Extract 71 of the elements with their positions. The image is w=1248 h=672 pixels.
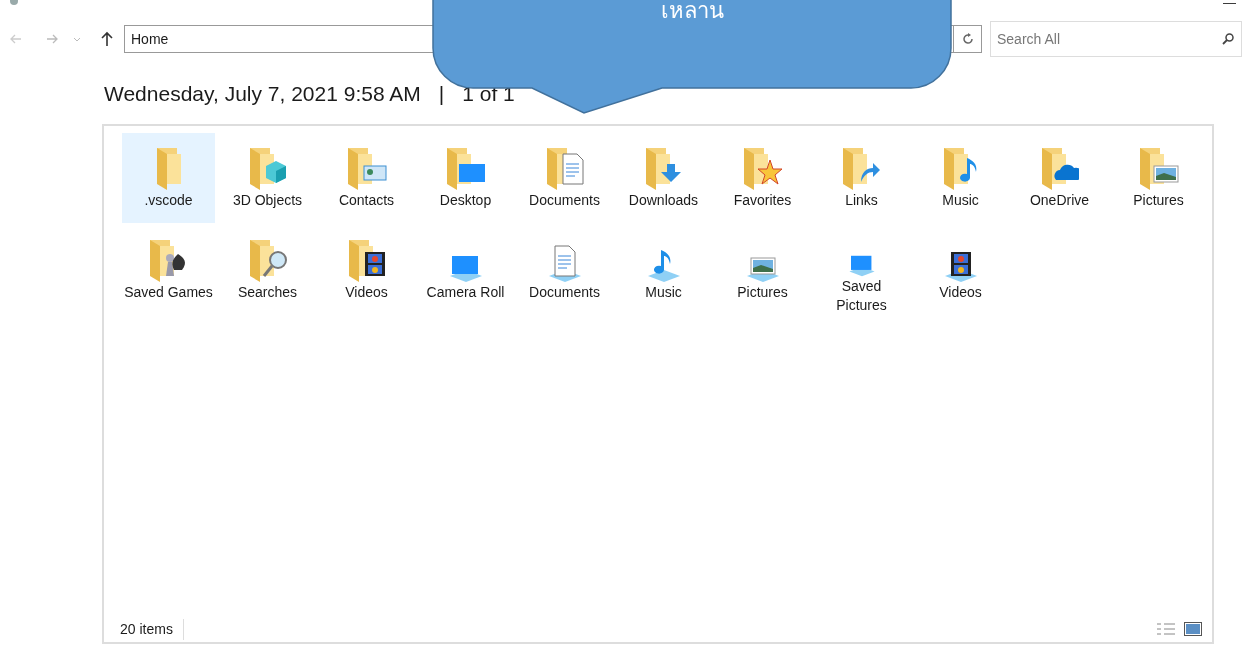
search-input[interactable]: Search All <box>997 28 1197 50</box>
library-icon <box>646 249 681 283</box>
item-label: Videos <box>345 283 388 302</box>
details-view-icon[interactable] <box>1156 622 1176 636</box>
item-label: Videos <box>939 283 982 302</box>
item-label: Links <box>845 191 878 210</box>
folder-item[interactable]: Saved Games <box>122 225 215 315</box>
folder-item[interactable]: Music <box>617 225 710 315</box>
item-count: 20 items <box>120 618 184 640</box>
item-label: Documents <box>529 191 600 210</box>
item-label: 3D Objects <box>232 191 303 210</box>
item-label: Searches <box>237 283 298 302</box>
folder-item[interactable]: Favorites <box>716 133 809 223</box>
folder-item[interactable]: .vscode <box>122 133 215 223</box>
item-label: Documents <box>529 283 600 302</box>
folder-icon <box>1138 147 1179 191</box>
item-label: .vscode <box>144 191 193 210</box>
folder-icon <box>155 147 182 191</box>
search-icon <box>1221 32 1235 46</box>
library-icon <box>943 251 978 283</box>
folder-item[interactable]: Videos <box>914 225 1007 315</box>
item-label: Pictures <box>1133 191 1184 210</box>
library-icon <box>448 255 483 283</box>
item-label: Contacts <box>338 191 395 210</box>
folder-item[interactable]: Desktop <box>419 133 512 223</box>
item-label: Favorites <box>733 191 792 210</box>
folder-icon <box>248 239 287 283</box>
folder-icon <box>1040 147 1079 191</box>
folder-item[interactable]: Pictures <box>1112 133 1205 223</box>
item-label: Music <box>942 191 979 210</box>
folder-icon <box>742 147 783 191</box>
folder-item[interactable]: Music <box>914 133 1007 223</box>
folder-item[interactable]: Saved Pictures <box>815 225 908 315</box>
folder-icon <box>347 239 386 283</box>
folder-item[interactable]: Contacts <box>320 133 413 223</box>
up-arrow-icon[interactable] <box>100 31 114 47</box>
callout-text: เหลาน <box>659 0 725 25</box>
item-label: Pictures <box>737 283 788 302</box>
minimize-button[interactable]: — <box>1223 0 1236 9</box>
item-label: OneDrive <box>1029 191 1090 210</box>
folder-item[interactable]: 3D Objects <box>221 133 314 223</box>
folder-item[interactable]: Documents <box>518 225 611 315</box>
folder-icon <box>445 147 486 191</box>
refresh-button[interactable] <box>954 25 982 53</box>
item-label: Saved Pictures <box>835 277 888 315</box>
item-label: Music <box>645 283 682 302</box>
library-icon <box>745 257 780 283</box>
folder-item[interactable]: Videos <box>320 225 413 315</box>
date-heading: Wednesday, July 7, 2021 9:58 AM <box>104 81 421 107</box>
folder-item[interactable]: Camera Roll <box>419 225 512 315</box>
folder-item[interactable]: Links <box>815 133 908 223</box>
folder-item[interactable]: Searches <box>221 225 314 315</box>
library-icon <box>547 245 582 283</box>
folder-item[interactable]: Pictures <box>716 225 809 315</box>
separator-text: | <box>438 81 445 107</box>
folder-icon <box>545 147 584 191</box>
item-label: Desktop <box>439 191 492 210</box>
folder-item[interactable]: Documents <box>518 133 611 223</box>
item-label: Camera Roll <box>426 283 505 302</box>
search-field[interactable]: Search All <box>990 21 1242 57</box>
item-label: Saved Games <box>124 283 213 302</box>
folder-icon <box>942 147 979 191</box>
refresh-icon <box>960 32 975 46</box>
item-label: Downloads <box>628 191 699 210</box>
folder-icon <box>346 147 387 191</box>
folder-icon <box>645 147 682 191</box>
folder-item[interactable]: Downloads <box>617 133 710 223</box>
folder-icon <box>842 147 881 191</box>
thumbnail-view-icon[interactable] <box>1184 622 1202 636</box>
folder-item[interactable]: OneDrive <box>1013 133 1106 223</box>
folder-icon <box>248 147 287 191</box>
